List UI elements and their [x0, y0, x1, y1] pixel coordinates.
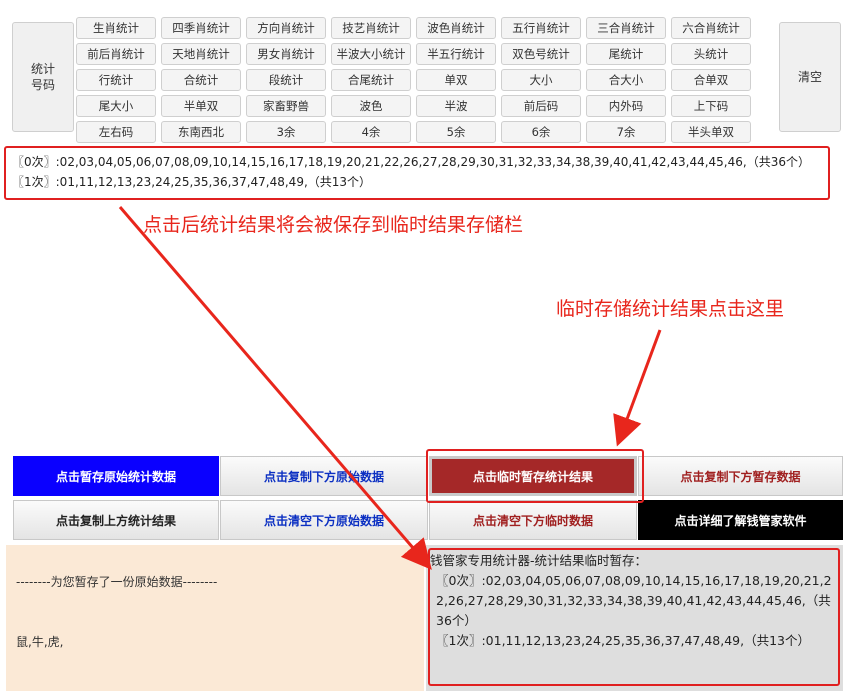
temp-result-area[interactable]: 钱管家专用统计器-统计结果临时暂存： 〖0次〗:02,03,04,05,06,0…: [426, 545, 843, 691]
stat-button[interactable]: 半波大小统计: [331, 43, 411, 65]
stat-button[interactable]: 上下码: [671, 95, 751, 117]
stat-button[interactable]: 天地肖统计: [161, 43, 241, 65]
action-button-bar: 点击暂存原始统计数据 点击复制下方原始数据 点击临时暂存统计结果 点击复制下方暂…: [12, 456, 843, 542]
stat-button[interactable]: 半五行统计: [416, 43, 496, 65]
stat-button[interactable]: 双色号统计: [501, 43, 581, 65]
stat-button[interactable]: 前后肖统计: [76, 43, 156, 65]
stat-button[interactable]: 7余: [586, 121, 666, 143]
stat-button[interactable]: 大小: [501, 69, 581, 91]
count-numbers-button[interactable]: 统计 号码: [12, 22, 74, 132]
clear-original-data-button[interactable]: 点击清空下方原始数据: [220, 500, 428, 540]
stat-button[interactable]: 6余: [501, 121, 581, 143]
original-data-line: --------为您暂存了一份原始数据--------: [16, 575, 218, 589]
stat-button[interactable]: 方向肖统计: [246, 17, 326, 39]
arrow-to-temp-button: [613, 329, 662, 447]
stat-button[interactable]: 合大小: [586, 69, 666, 91]
annotation-click-here: 临时存储统计结果点击这里: [556, 298, 785, 320]
stat-button[interactable]: 半单双: [161, 95, 241, 117]
stat-button[interactable]: 尾大小: [76, 95, 156, 117]
stat-button[interactable]: 内外码: [586, 95, 666, 117]
copy-result-button[interactable]: 点击复制上方统计结果: [13, 500, 219, 540]
clear-temp-data-button[interactable]: 点击清空下方临时数据: [429, 500, 637, 540]
stat-button[interactable]: 3余: [246, 121, 326, 143]
store-original-data-button[interactable]: 点击暂存原始统计数据: [13, 456, 219, 496]
copy-temp-data-button[interactable]: 点击复制下方暂存数据: [638, 456, 843, 496]
clear-button[interactable]: 清空: [779, 22, 841, 132]
original-data-line: 鼠,牛,虎,: [16, 635, 64, 649]
stat-button[interactable]: 合统计: [161, 69, 241, 91]
statistics-panel: 统计 号码 生肖统计 四季肖统计 方向肖统计 技艺肖统计 波色肖统计 五行肖统计…: [4, 4, 841, 146]
stat-button[interactable]: 前后码: [501, 95, 581, 117]
stat-button[interactable]: 单双: [416, 69, 496, 91]
result-line: 〖0次〗:02,03,04,05,06,07,08,09,10,14,15,16…: [12, 155, 810, 169]
stat-button[interactable]: 波色肖统计: [416, 17, 496, 39]
stat-button[interactable]: 行统计: [76, 69, 156, 91]
stat-button[interactable]: 左右码: [76, 121, 156, 143]
stat-button[interactable]: 波色: [331, 95, 411, 117]
stat-button[interactable]: 半波: [416, 95, 496, 117]
stat-button[interactable]: 男女肖统计: [246, 43, 326, 65]
stat-button[interactable]: 头统计: [671, 43, 751, 65]
learn-more-button[interactable]: 点击详细了解钱管家软件: [638, 500, 843, 540]
stat-button[interactable]: 三合肖统计: [586, 17, 666, 39]
stat-button[interactable]: 六合肖统计: [671, 17, 751, 39]
stat-button[interactable]: 技艺肖统计: [331, 17, 411, 39]
stat-button[interactable]: 半头单双: [671, 121, 751, 143]
temp-result-line: 〖0次〗:02,03,04,05,06,07,08,09,10,14,15,16…: [436, 573, 832, 628]
stat-button[interactable]: 4余: [331, 121, 411, 143]
stat-button[interactable]: 东南西北: [161, 121, 241, 143]
annotation-saved-note: 点击后统计结果将会被保存到临时结果存储栏: [143, 214, 524, 236]
stat-button[interactable]: 家畜野兽: [246, 95, 326, 117]
stat-button[interactable]: 生肖统计: [76, 17, 156, 39]
stat-button[interactable]: 合尾统计: [331, 69, 411, 91]
stat-button[interactable]: 四季肖统计: [161, 17, 241, 39]
temp-result-line: 〖1次〗:01,11,12,13,23,24,25,35,36,37,47,48…: [436, 633, 810, 648]
statistics-button-grid: 生肖统计 四季肖统计 方向肖统计 技艺肖统计 波色肖统计 五行肖统计 三合肖统计…: [76, 17, 751, 143]
original-data-area[interactable]: --------为您暂存了一份原始数据-------- 鼠,牛,虎,: [6, 545, 424, 691]
statistics-result-box: 〖0次〗:02,03,04,05,06,07,08,09,10,14,15,16…: [4, 146, 830, 200]
temp-area-title: 钱管家专用统计器-统计结果临时暂存：: [430, 553, 648, 568]
copy-original-data-button[interactable]: 点击复制下方原始数据: [220, 456, 428, 496]
stat-button[interactable]: 段统计: [246, 69, 326, 91]
stat-button[interactable]: 合单双: [671, 69, 751, 91]
stat-button[interactable]: 5余: [416, 121, 496, 143]
stat-button[interactable]: 五行肖统计: [501, 17, 581, 39]
result-line: 〖1次〗:01,11,12,13,23,24,25,35,36,37,47,48…: [12, 175, 372, 189]
temp-store-result-button[interactable]: 点击临时暂存统计结果: [429, 456, 637, 496]
stat-button[interactable]: 尾统计: [586, 43, 666, 65]
